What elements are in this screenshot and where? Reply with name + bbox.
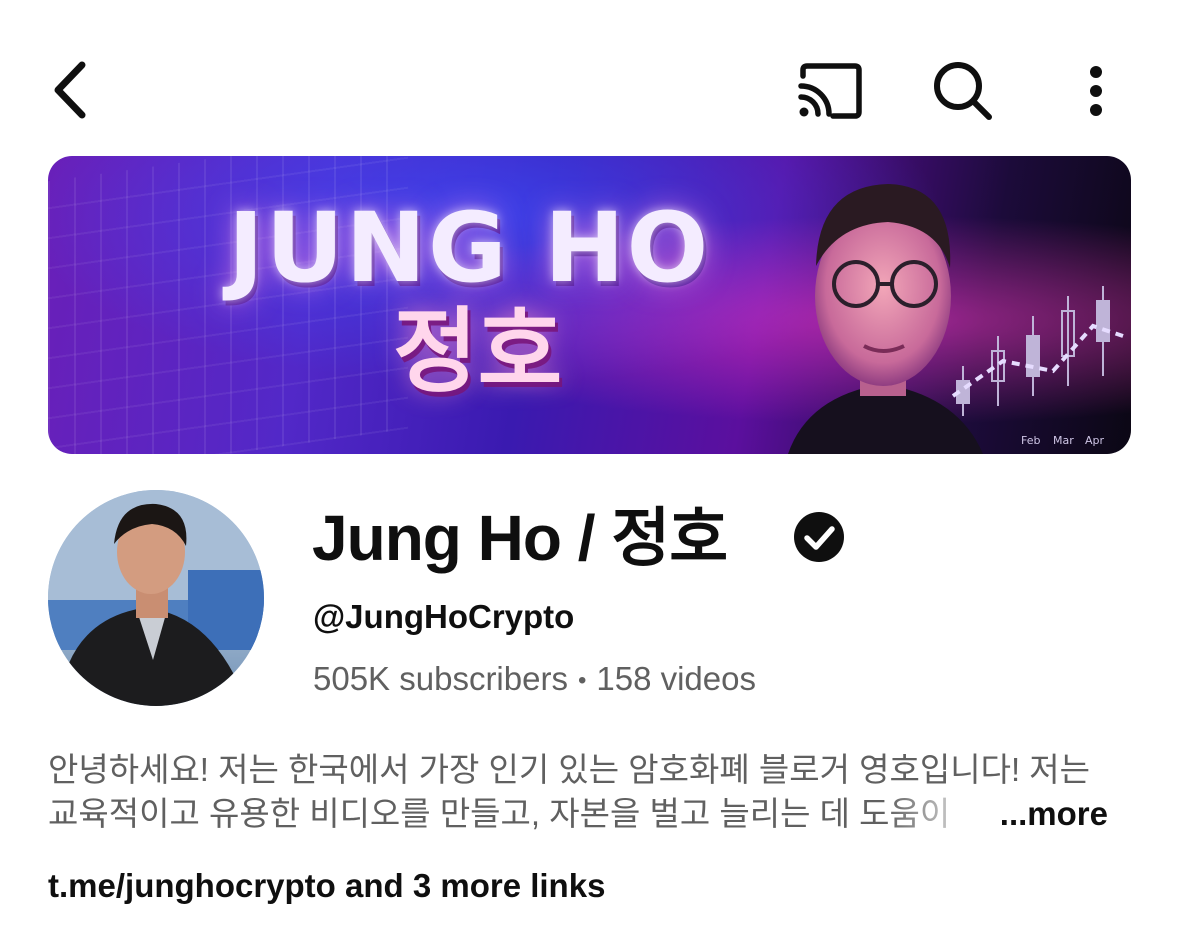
cast-icon [798, 63, 862, 119]
more-options-button[interactable] [1074, 58, 1118, 124]
stats-separator: • [577, 667, 587, 695]
avatar-photo [48, 490, 264, 706]
banner-title: JUNG HO [228, 192, 711, 304]
description-line: 교육적이고 유용한 비디오를 만들고, 자본을 벌고 늘리는 데 도움이 ...… [48, 792, 1108, 836]
more-vert-icon [1090, 66, 1102, 116]
top-app-bar [0, 0, 1178, 150]
search-icon [934, 62, 992, 120]
banner-subtitle: 정호 [393, 298, 563, 405]
search-button[interactable] [925, 56, 1001, 126]
description-line-text: 교육적이고 유용한 비디오를 만들고, 자본을 벌고 늘리는 데 도움이 [48, 795, 951, 832]
description-line: 안녕하세요! 저는 한국에서 가장 인기 있는 암호화폐 블로거 영호입니다! … [48, 751, 1091, 788]
video-count: 158 videos [596, 660, 756, 697]
verified-badge-icon [794, 512, 844, 562]
banner-month-label: Apr [1085, 434, 1105, 447]
description-more-link[interactable]: ...more [995, 792, 1108, 836]
channel-stats: 505K subscribers • 158 videos [313, 659, 756, 701]
chevron-left-icon [54, 61, 86, 119]
back-button[interactable] [40, 56, 100, 124]
channel-description[interactable]: 안녕하세요! 저는 한국에서 가장 인기 있는 암호화폐 블로거 영호입니다! … [48, 748, 1138, 836]
banner-candlestick-chart: Feb Mar Apr [951, 286, 1124, 447]
banner-month-label: Feb [1021, 434, 1040, 447]
channel-page: JUNG HO 정호 Feb Mar Apr Jung Ho / 정호 @Jun… [0, 0, 1178, 947]
channel-avatar[interactable] [48, 490, 264, 706]
channel-links[interactable]: t.me/junghocrypto and 3 more links [48, 866, 605, 906]
cast-button[interactable] [790, 58, 870, 124]
channel-handle: @JungHoCrypto [313, 598, 575, 635]
channel-title: Jung Ho / 정호 [312, 502, 728, 574]
channel-banner: JUNG HO 정호 Feb Mar Apr [48, 156, 1131, 454]
subscriber-count: 505K subscribers [313, 660, 568, 697]
banner-month-label: Mar [1053, 434, 1074, 447]
